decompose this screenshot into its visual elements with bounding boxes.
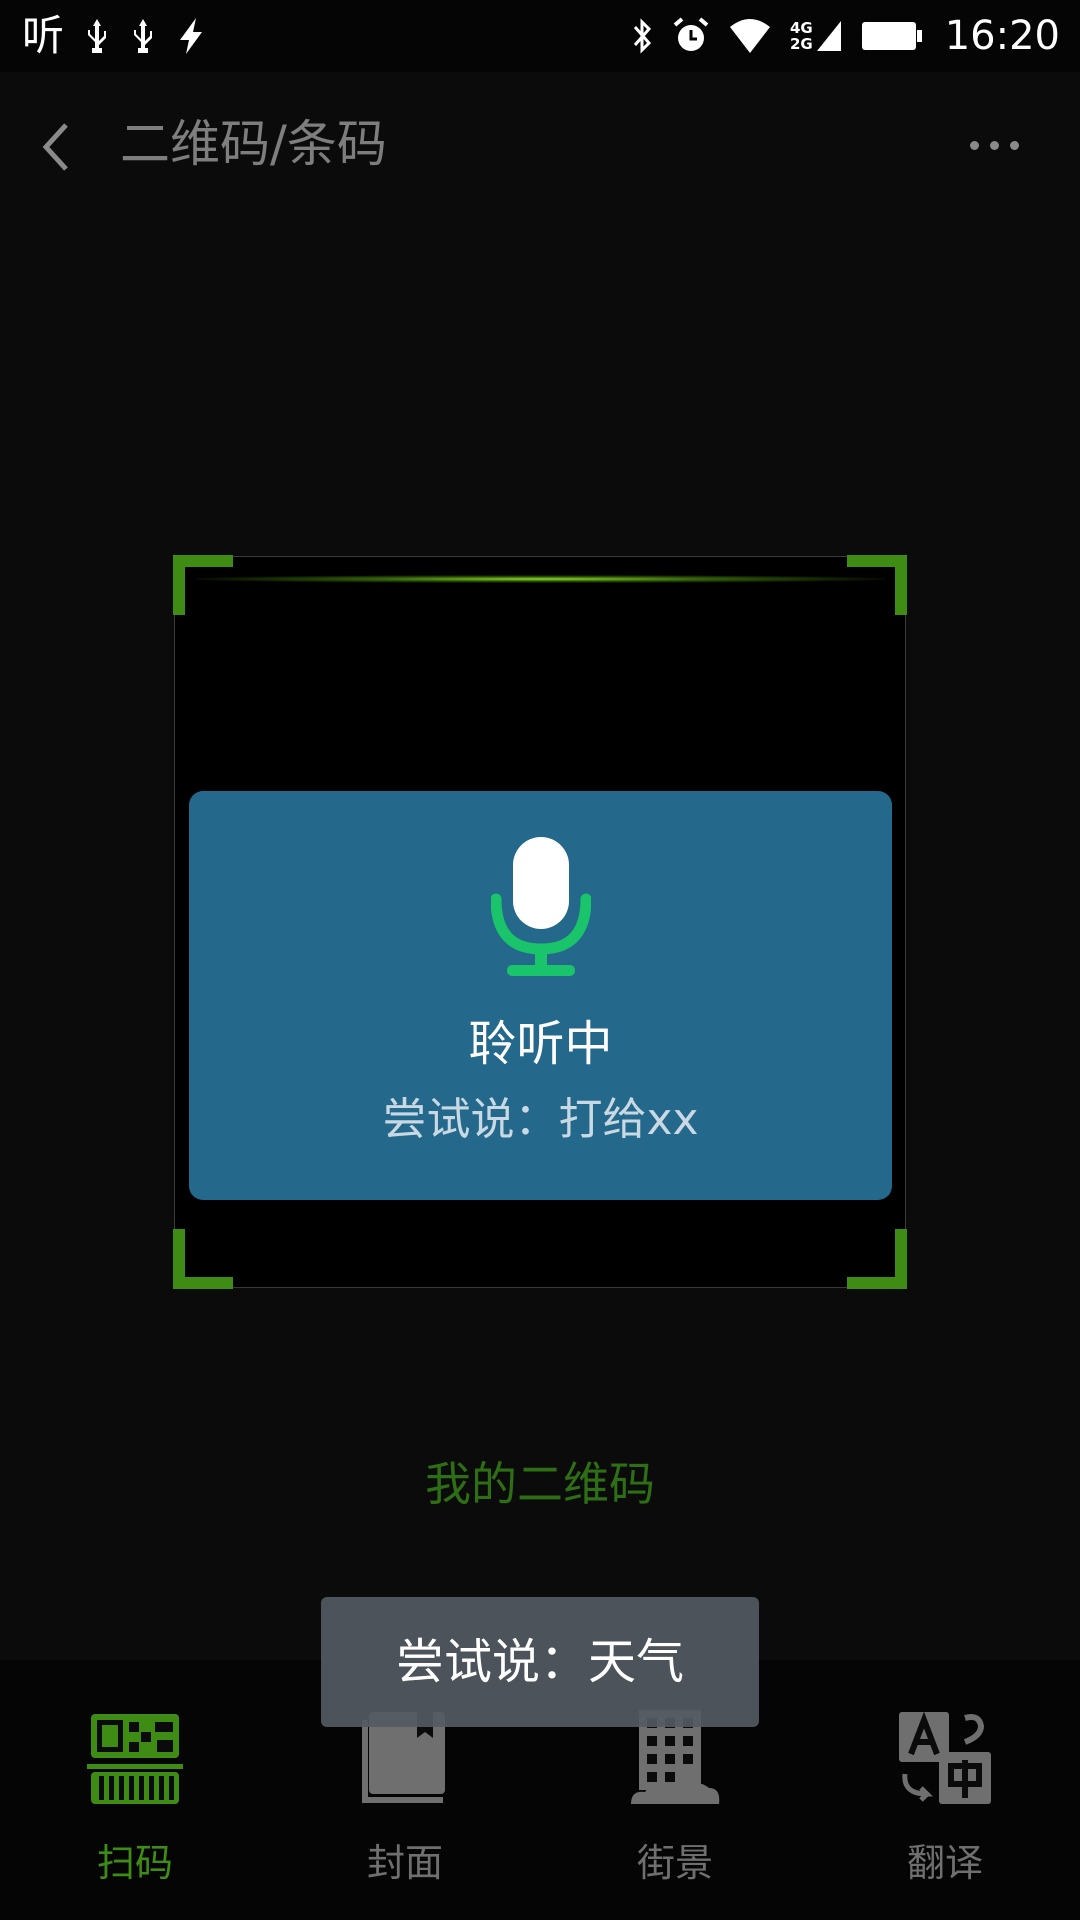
- voice-listening-card[interactable]: 聆听中 尝试说：打给xx: [189, 791, 892, 1200]
- frame-corner: [173, 555, 233, 615]
- bluetooth-icon: [630, 16, 654, 56]
- network-type-top: 4G: [789, 19, 813, 37]
- usb-icon: [130, 17, 156, 55]
- dot-icon: [1010, 140, 1019, 150]
- battery-icon: [861, 20, 923, 52]
- nav-label-translate: 翻译: [906, 1841, 983, 1885]
- network-type-bottom: 2G: [789, 35, 813, 53]
- wifi-icon: [728, 17, 772, 55]
- frame-corner: [173, 1229, 233, 1289]
- dot-icon: [990, 140, 999, 150]
- chevron-left-icon: [42, 123, 68, 171]
- more-options-button[interactable]: [970, 134, 1030, 156]
- voice-hint: 尝试说：打给xx: [382, 1094, 699, 1145]
- nav-label-cover: 封面: [366, 1841, 443, 1885]
- nav-label-street-view: 街景: [636, 1841, 713, 1885]
- cellular-signal: 4G 2G: [790, 19, 843, 53]
- app-notification-icon: 听: [22, 11, 65, 60]
- microphone-icon: [491, 837, 591, 976]
- alarm-icon: [672, 16, 710, 56]
- qr-scan-icon: [87, 1714, 183, 1804]
- voice-status-title: 聆听中: [468, 1016, 613, 1072]
- nav-item-translate[interactable]: 翻译: [810, 1660, 1080, 1920]
- usb-icon: [84, 17, 110, 55]
- voice-hint-toast: 尝试说：天气: [321, 1597, 759, 1727]
- top-bar: 二维码/条码: [0, 72, 1080, 222]
- nav-item-scan[interactable]: 扫码: [0, 1660, 270, 1920]
- clock: 16:20: [944, 13, 1060, 59]
- nav-label-scan: 扫码: [96, 1841, 173, 1885]
- status-bar: 听 4G 2G 16:20: [0, 0, 1080, 72]
- frame-corner: [847, 555, 907, 615]
- page-title: 二维码/条码: [120, 115, 387, 173]
- back-button[interactable]: [36, 117, 86, 177]
- frame-corner: [847, 1229, 907, 1289]
- my-qr-code-link[interactable]: 我的二维码: [0, 1454, 1080, 1514]
- flash-charge-icon: [176, 16, 206, 56]
- signal-icon: [815, 19, 843, 53]
- dot-icon: [970, 140, 979, 150]
- scan-line: [195, 575, 885, 583]
- translate-icon: [899, 1711, 991, 1804]
